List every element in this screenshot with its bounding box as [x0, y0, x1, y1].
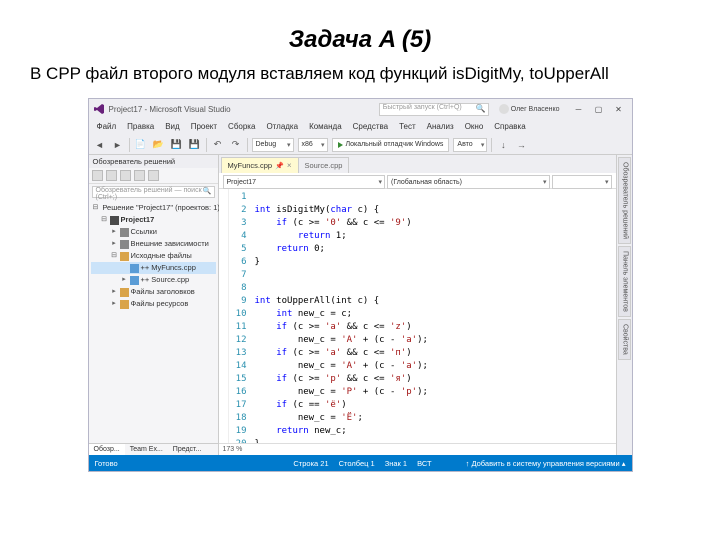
menu-file[interactable]: Файл	[95, 121, 119, 133]
tree-resources[interactable]: ▸Файлы ресурсов	[91, 298, 216, 310]
fold-margin[interactable]	[219, 189, 229, 443]
folder-icon	[120, 300, 129, 309]
editor-tabs: MyFuncs.cpp📌× Source.cpp	[219, 155, 616, 173]
tab-source[interactable]: Source.cpp	[298, 157, 350, 173]
tree-references[interactable]: ▸Ссылки	[91, 226, 216, 238]
tree-solution[interactable]: ⊟Решение "Project17" (проектов: 1)	[91, 202, 216, 214]
menu-test[interactable]: Тест	[397, 121, 418, 133]
solution-tree: ⊟Решение "Project17" (проектов: 1) ⊟Proj…	[89, 200, 218, 312]
external-icon	[120, 240, 129, 249]
source-code[interactable]: int isDigitMy(char c) { if (c >= '0' && …	[251, 189, 616, 443]
step-into-icon[interactable]: ↓	[496, 138, 510, 152]
config-combo[interactable]: Debug	[252, 138, 294, 152]
sol-tool-properties-icon[interactable]	[148, 170, 159, 181]
status-ins: ВСТ	[417, 459, 432, 468]
slide-title: Задача A (5)	[30, 26, 690, 54]
folder-icon	[120, 252, 129, 261]
menu-team[interactable]: Команда	[307, 121, 344, 133]
quick-launch-input[interactable]: Быстрый запуск (Ctrl+Q)	[379, 103, 489, 116]
tree-external[interactable]: ▸Внешние зависимости	[91, 238, 216, 250]
tab-myfuncs[interactable]: MyFuncs.cpp📌×	[221, 157, 299, 173]
status-bar: Готово Строка 21 Столбец 1 Знак 1 ВСТ ↑ …	[89, 455, 632, 471]
cpp-file-icon	[130, 276, 139, 285]
sol-tool-refresh-icon[interactable]	[106, 170, 117, 181]
save-icon[interactable]: 💾	[170, 138, 184, 152]
play-icon	[338, 142, 343, 148]
title-bar: Project17 - Microsoft Visual Studio Быст…	[89, 99, 632, 119]
nav-fwd-icon[interactable]: ►	[111, 138, 125, 152]
nav-member-combo[interactable]	[552, 175, 612, 189]
menu-project[interactable]: Проект	[189, 121, 219, 133]
tree-headers[interactable]: ▸Файлы заголовков	[91, 286, 216, 298]
nav-scope-combo[interactable]: (Глобальная область)	[387, 175, 550, 189]
tab-team-explorer[interactable]: Team Ex...	[125, 444, 168, 455]
vs-window: Project17 - Microsoft Visual Studio Быст…	[88, 98, 633, 472]
slide-subtitle: В CPP файл второго модуля вставляем код …	[30, 64, 690, 84]
vtab-properties[interactable]: Свойства	[618, 319, 631, 360]
user-avatar-icon	[499, 104, 509, 114]
vs-logo-icon	[93, 103, 105, 115]
tree-file-source[interactable]: ▸++ Source.cpp	[91, 274, 216, 286]
references-icon	[120, 228, 129, 237]
maximize-button[interactable]: ▢	[590, 103, 608, 115]
window-title: Project17 - Microsoft Visual Studio	[109, 105, 231, 114]
vtab-toolbox[interactable]: Панель элементов	[618, 246, 631, 317]
tree-file-myfuncs[interactable]: ++ MyFuncs.cpp	[91, 262, 216, 274]
undo-icon[interactable]: ↶	[211, 138, 225, 152]
redo-icon[interactable]: ↷	[229, 138, 243, 152]
close-icon[interactable]: ×	[287, 161, 292, 170]
zoom-level[interactable]: 173 %	[223, 446, 243, 453]
right-collapsed-panels: Обозреватель решений Панель элементов Св…	[616, 155, 632, 455]
status-git-add[interactable]: ↑ Добавить в систему управления версиями…	[466, 459, 626, 468]
solution-panel-title: Обозреватель решений	[89, 155, 218, 168]
nav-project-combo[interactable]: Project17	[223, 175, 386, 189]
tab-solution-explorer[interactable]: Обозр...	[89, 444, 125, 455]
pin-icon[interactable]: 📌	[275, 162, 284, 170]
open-icon[interactable]: 📂	[152, 138, 166, 152]
solution-explorer: Обозреватель решений Обозреватель решени…	[89, 155, 219, 455]
solution-toolbar	[89, 168, 218, 184]
minimize-button[interactable]: ─	[570, 103, 588, 115]
new-file-icon[interactable]: 📄	[134, 138, 148, 152]
line-number-gutter: 123456789101112131415161718192021	[229, 189, 251, 443]
menu-bar: Файл Правка Вид Проект Сборка Отладка Ко…	[89, 119, 632, 135]
menu-debug[interactable]: Отладка	[264, 121, 300, 133]
code-editor[interactable]: 123456789101112131415161718192021 int is…	[219, 189, 616, 443]
status-ready: Готово	[95, 459, 118, 468]
auto-combo[interactable]: Авто	[453, 138, 487, 152]
project-icon	[110, 216, 119, 225]
status-col: Столбец 1	[339, 459, 375, 468]
toolbar: ◄ ► 📄 📂 💾 💾 ↶ ↷ Debug x86 Локальный отла…	[89, 135, 632, 155]
menu-view[interactable]: Вид	[163, 121, 181, 133]
menu-edit[interactable]: Правка	[125, 121, 156, 133]
save-all-icon[interactable]: 💾	[188, 138, 202, 152]
vtab-solution[interactable]: Обозреватель решений	[618, 157, 631, 244]
sol-tool-sync-icon[interactable]	[120, 170, 131, 181]
menu-analyze[interactable]: Анализ	[425, 121, 456, 133]
step-over-icon[interactable]: →	[514, 138, 528, 152]
start-debug-button[interactable]: Локальный отладчик Windows	[332, 138, 450, 152]
menu-window[interactable]: Окно	[463, 121, 486, 133]
status-line: Строка 21	[293, 459, 328, 468]
sol-tool-home-icon[interactable]	[92, 170, 103, 181]
sol-tool-showall-icon[interactable]	[134, 170, 145, 181]
editor-footer: 173 %	[219, 443, 616, 455]
tab-class-view[interactable]: Предст...	[168, 444, 207, 455]
menu-help[interactable]: Справка	[492, 121, 527, 133]
solution-bottom-tabs: Обозр... Team Ex... Предст...	[89, 443, 218, 455]
status-char: Знак 1	[385, 459, 407, 468]
close-button[interactable]: ✕	[610, 103, 628, 115]
solution-search-input[interactable]: Обозреватель решений — поиск (Ctrl+;)	[92, 186, 215, 198]
navigation-bar: Project17 (Глобальная область)	[219, 173, 616, 189]
folder-icon	[120, 288, 129, 297]
platform-combo[interactable]: x86	[298, 138, 328, 152]
nav-back-icon[interactable]: ◄	[93, 138, 107, 152]
tree-source-folder[interactable]: ⊟Исходные файлы	[91, 250, 216, 262]
menu-tools[interactable]: Средства	[351, 121, 390, 133]
editor-area: MyFuncs.cpp📌× Source.cpp Project17 (Глоб…	[219, 155, 616, 455]
cpp-file-icon	[130, 264, 139, 273]
tree-project[interactable]: ⊟Project17	[91, 214, 216, 226]
menu-build[interactable]: Сборка	[226, 121, 257, 133]
user-account[interactable]: Олег Власенко	[499, 104, 560, 114]
